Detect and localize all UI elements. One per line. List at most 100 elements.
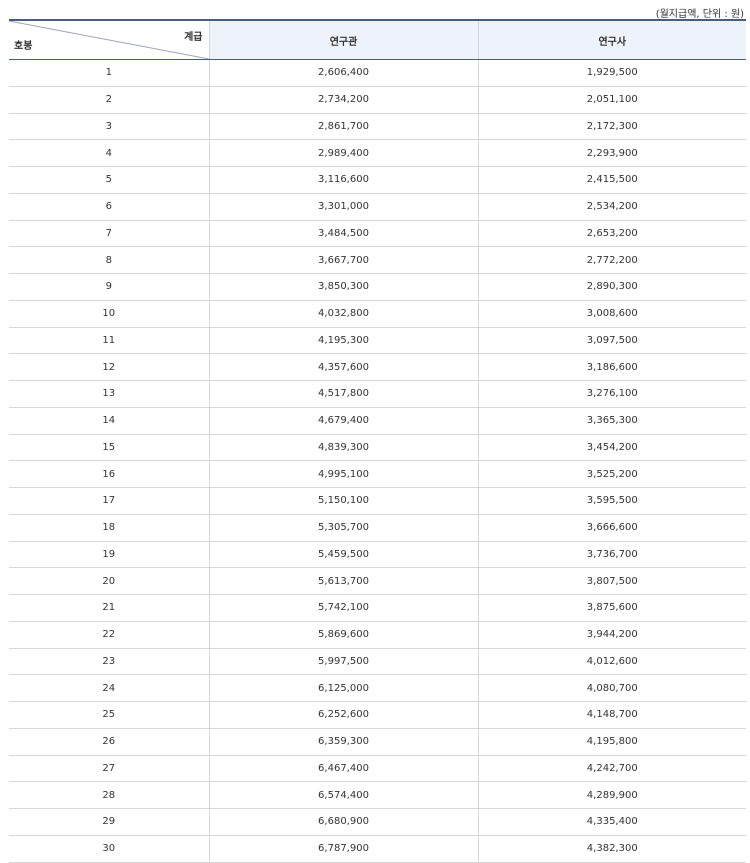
table-row: 14 4,679,400 3,365,300 — [9, 407, 746, 435]
senior-researcher-salary-cell: 5,742,100 — [208, 594, 478, 622]
researcher-salary-cell: 2,890,300 — [477, 273, 746, 301]
step-cell: 22 — [9, 621, 209, 649]
researcher-salary-cell: 3,365,300 — [477, 407, 746, 435]
researcher-salary-cell: 3,097,500 — [477, 327, 746, 355]
step-cell: 3 — [9, 113, 209, 141]
senior-researcher-salary-cell: 6,467,400 — [208, 755, 478, 783]
researcher-salary-cell: 4,195,800 — [477, 728, 746, 756]
table-row: 20 5,613,700 3,807,500 — [9, 567, 746, 595]
researcher-salary-cell: 3,875,600 — [477, 594, 746, 622]
researcher-salary-cell: 4,382,300 — [477, 835, 746, 863]
researcher-salary-cell: 3,736,700 — [477, 541, 746, 569]
senior-researcher-salary-cell: 5,997,500 — [208, 648, 478, 676]
senior-researcher-salary-cell: 3,116,600 — [208, 166, 478, 194]
senior-researcher-salary-cell: 2,606,400 — [208, 59, 478, 87]
table-row: 28 6,574,400 4,289,900 — [9, 781, 746, 809]
senior-researcher-salary-cell: 2,734,200 — [208, 86, 478, 114]
senior-researcher-salary-cell: 4,995,100 — [208, 460, 478, 488]
table-row: 1 2,606,400 1,929,500 — [9, 59, 746, 87]
column-header-researcher: 연구사 — [477, 19, 746, 60]
researcher-salary-cell: 4,148,700 — [477, 701, 746, 729]
senior-researcher-salary-cell: 6,680,900 — [208, 808, 478, 836]
step-cell: 28 — [9, 781, 209, 809]
table-row: 5 3,116,600 2,415,500 — [9, 166, 746, 194]
senior-researcher-salary-cell: 5,459,500 — [208, 541, 478, 569]
senior-researcher-salary-cell: 5,150,100 — [208, 487, 478, 515]
senior-researcher-salary-cell: 4,195,300 — [208, 327, 478, 355]
researcher-salary-cell: 3,008,600 — [477, 300, 746, 328]
step-cell: 5 — [9, 166, 209, 194]
table-row: 3 2,861,700 2,172,300 — [9, 113, 746, 141]
step-cell: 6 — [9, 193, 209, 221]
senior-researcher-salary-cell: 4,839,300 — [208, 434, 478, 462]
senior-researcher-salary-cell: 2,861,700 — [208, 113, 478, 141]
step-cell: 30 — [9, 835, 209, 863]
table-row: 2 2,734,200 2,051,100 — [9, 86, 746, 114]
researcher-salary-cell: 2,293,900 — [477, 139, 746, 167]
senior-researcher-salary-cell: 5,613,700 — [208, 567, 478, 595]
researcher-salary-cell: 4,335,400 — [477, 808, 746, 836]
table-row: 18 5,305,700 3,666,600 — [9, 514, 746, 542]
researcher-salary-cell: 4,012,600 — [477, 648, 746, 676]
step-cell: 18 — [9, 514, 209, 542]
salary-table: 계급 호봉 연구관 연구사 1 2,606,400 1,929,500 2 2,734,… — [9, 19, 746, 863]
step-cell: 12 — [9, 353, 209, 381]
step-cell: 23 — [9, 648, 209, 676]
researcher-salary-cell: 4,289,900 — [477, 781, 746, 809]
table-row: 17 5,150,100 3,595,500 — [9, 487, 746, 515]
senior-researcher-salary-cell: 2,989,400 — [208, 139, 478, 167]
step-cell: 14 — [9, 407, 209, 435]
researcher-salary-cell: 3,186,600 — [477, 353, 746, 381]
cropped-caption — [0, 0, 750, 6]
table-row: 23 5,997,500 4,012,600 — [9, 648, 746, 676]
table-row: 7 3,484,500 2,653,200 — [9, 220, 746, 248]
table-row: 11 4,195,300 3,097,500 — [9, 327, 746, 355]
table-body: 1 2,606,400 1,929,500 2 2,734,200 2,051,100 3 2… — [9, 59, 746, 863]
senior-researcher-salary-cell: 6,574,400 — [208, 781, 478, 809]
step-cell: 20 — [9, 567, 209, 595]
step-cell: 13 — [9, 380, 209, 408]
senior-researcher-salary-cell: 3,301,000 — [208, 193, 478, 221]
researcher-salary-cell: 2,051,100 — [477, 86, 746, 114]
table-row: 9 3,850,300 2,890,300 — [9, 273, 746, 301]
researcher-salary-cell: 3,944,200 — [477, 621, 746, 649]
step-cell: 9 — [9, 273, 209, 301]
step-cell: 24 — [9, 674, 209, 702]
table-row: 13 4,517,800 3,276,100 — [9, 380, 746, 408]
researcher-salary-cell: 3,666,600 — [477, 514, 746, 542]
senior-researcher-salary-cell: 4,517,800 — [208, 380, 478, 408]
step-cell: 21 — [9, 594, 209, 622]
table-row: 10 4,032,800 3,008,600 — [9, 300, 746, 328]
researcher-salary-cell: 3,525,200 — [477, 460, 746, 488]
researcher-salary-cell: 4,242,700 — [477, 755, 746, 783]
step-cell: 7 — [9, 220, 209, 248]
senior-researcher-salary-cell: 6,125,000 — [208, 674, 478, 702]
step-label: 호봉 — [14, 41, 33, 52]
researcher-salary-cell: 3,595,500 — [477, 487, 746, 515]
senior-researcher-salary-cell: 4,679,400 — [208, 407, 478, 435]
researcher-salary-cell: 3,807,500 — [477, 567, 746, 595]
step-cell: 15 — [9, 434, 209, 462]
researcher-salary-cell: 2,415,500 — [477, 166, 746, 194]
step-cell: 4 — [9, 139, 209, 167]
table-row: 4 2,989,400 2,293,900 — [9, 139, 746, 167]
step-cell: 2 — [9, 86, 209, 114]
senior-researcher-salary-cell: 6,359,300 — [208, 728, 478, 756]
senior-researcher-salary-cell: 6,252,600 — [208, 701, 478, 729]
table-row: 15 4,839,300 3,454,200 — [9, 434, 746, 462]
column-header-senior-researcher: 연구관 — [208, 19, 478, 60]
step-cell: 19 — [9, 541, 209, 569]
table-row: 19 5,459,500 3,736,700 — [9, 541, 746, 569]
table-row: 8 3,667,700 2,772,200 — [9, 246, 746, 274]
researcher-salary-cell: 1,929,500 — [477, 59, 746, 87]
step-cell: 11 — [9, 327, 209, 355]
senior-researcher-salary-cell: 6,787,900 — [208, 835, 478, 863]
table-row: 12 4,357,600 3,186,600 — [9, 353, 746, 381]
step-cell: 1 — [9, 59, 209, 87]
step-cell: 17 — [9, 487, 209, 515]
senior-researcher-salary-cell: 5,305,700 — [208, 514, 478, 542]
researcher-salary-cell: 3,276,100 — [477, 380, 746, 408]
senior-researcher-salary-cell: 5,869,600 — [208, 621, 478, 649]
table-row: 30 6,787,900 4,382,300 — [9, 835, 746, 863]
step-cell: 29 — [9, 808, 209, 836]
